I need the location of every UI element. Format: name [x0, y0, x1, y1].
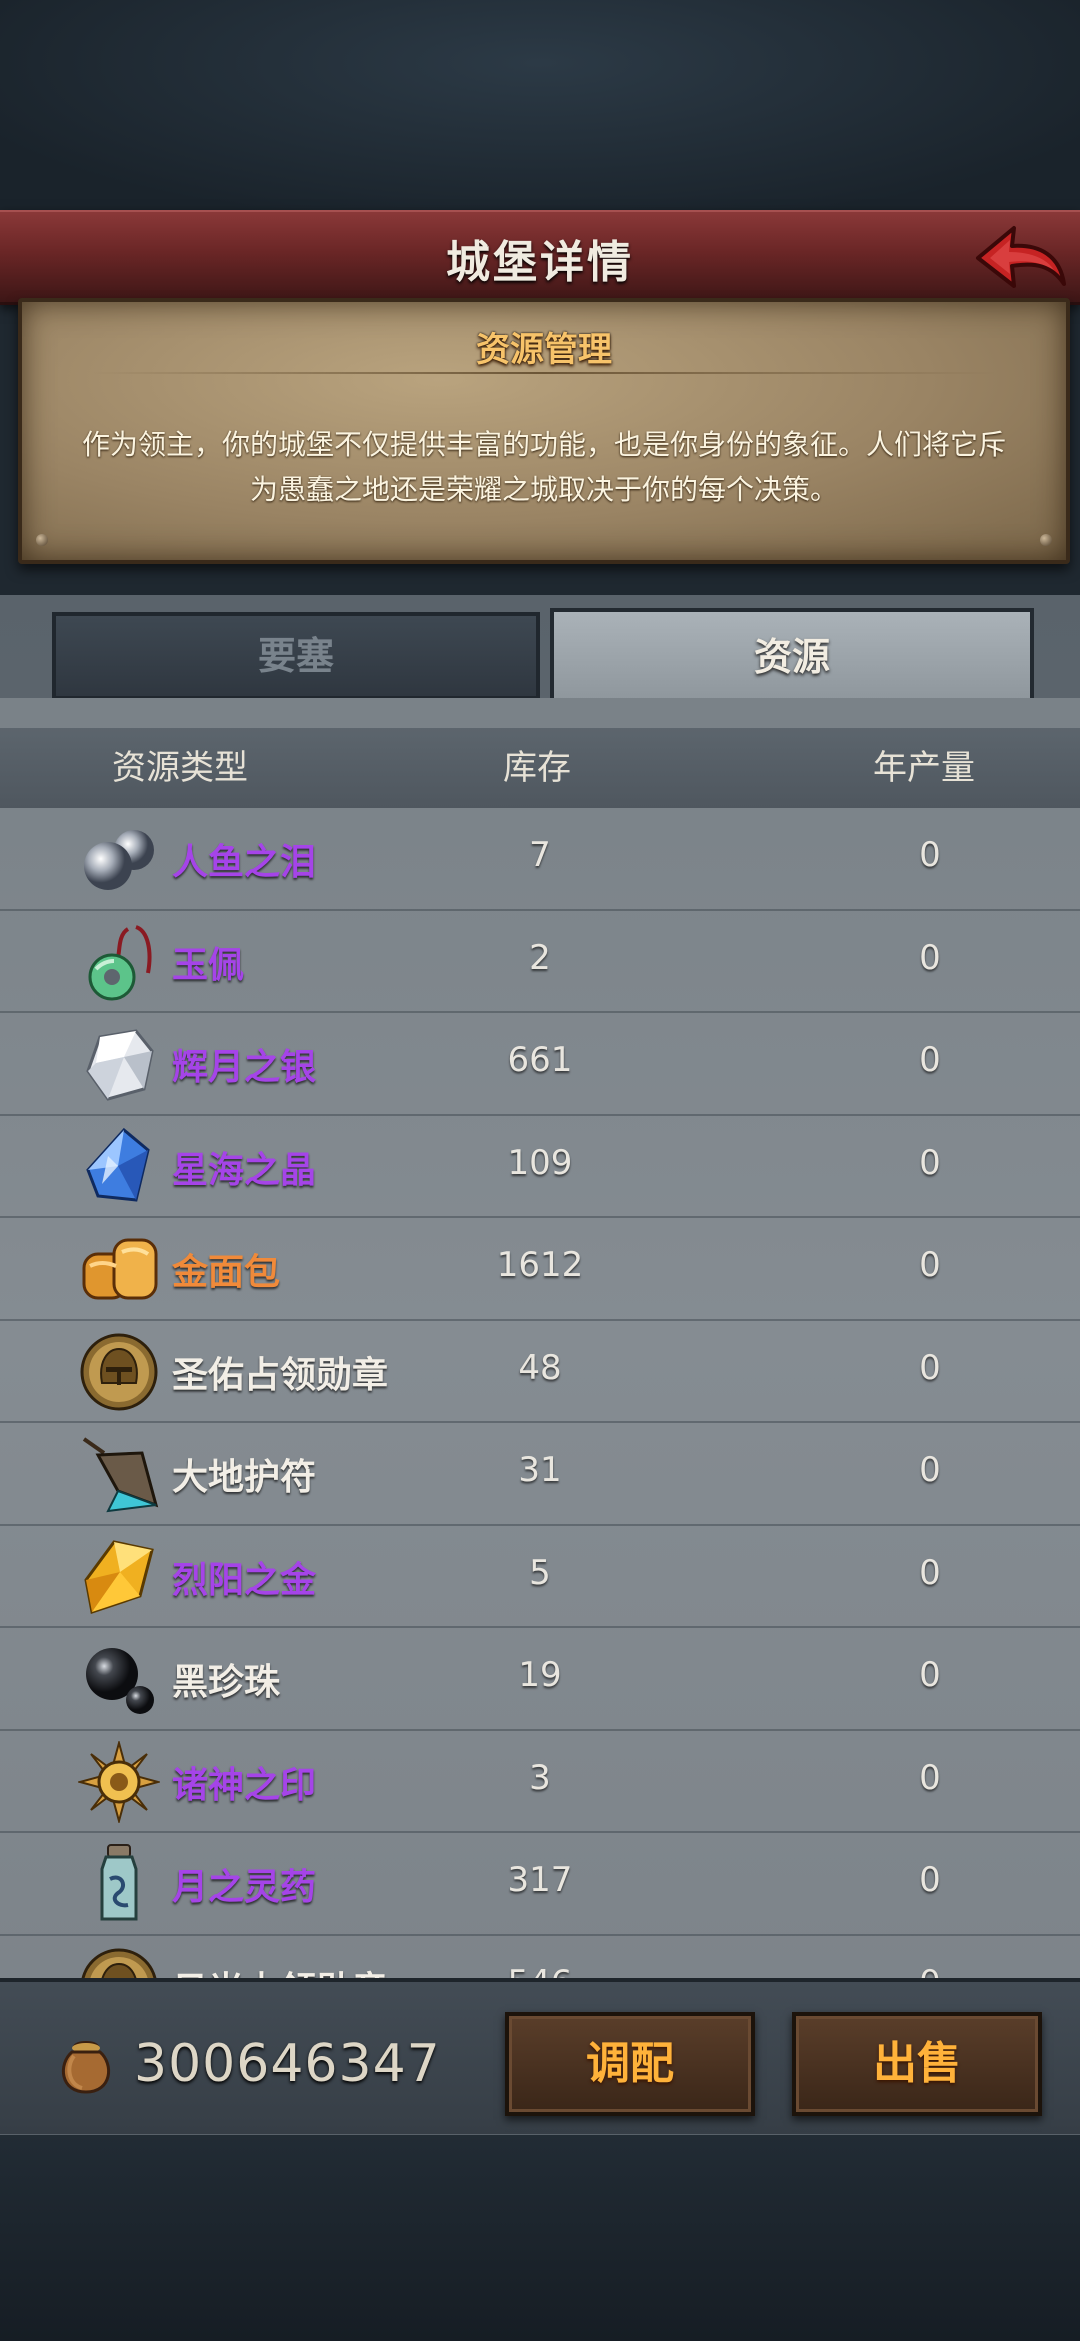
resource-name: 人鱼之泪: [172, 842, 317, 883]
resource-annual-output: 0: [919, 937, 941, 978]
black-pearl-icon: [78, 1638, 160, 1720]
back-button[interactable]: [970, 218, 1070, 298]
resource-stock: 1612: [496, 1245, 584, 1285]
resource-stock: 19: [518, 1655, 562, 1695]
resource-stock: 7: [529, 835, 551, 875]
bottom-background: [0, 2130, 1080, 2341]
parchment-text: 作为领主，你的城堡不仅提供丰富的功能，也是你身份的象征。人们将它斥为愚蠢之地还是…: [82, 428, 1007, 506]
resource-stock: 5: [529, 1552, 551, 1593]
resource-annual-output: 0: [919, 1757, 941, 1798]
table-row[interactable]: 圣佑占领勋章 48 0: [0, 1321, 1080, 1423]
resource-annual-output: 0: [870, 1963, 990, 1979]
resource-annual-output: 0: [919, 1245, 941, 1285]
resource-name: 星海之晶: [172, 1149, 317, 1191]
footer-bar: 300646347 调配 出售: [0, 1978, 1080, 2134]
resource-stock: 109: [507, 1142, 573, 1183]
jade-pendant-icon: [78, 921, 160, 1003]
resource-annual-output: 0: [919, 1655, 941, 1695]
rivet-icon: [36, 534, 48, 546]
resource-annual-output: 0: [919, 1347, 941, 1388]
resource-stock: 2: [529, 937, 551, 978]
pearls-icon: [78, 818, 160, 900]
table-row[interactable]: 星海之晶 109 0: [0, 1116, 1080, 1218]
silver-ore-icon: [78, 1023, 160, 1105]
resource-annual-output: 0: [919, 1040, 941, 1080]
resource-stock: 661: [507, 1040, 573, 1080]
allocate-button[interactable]: 调配: [505, 2012, 755, 2116]
resource-name: 烈阳之金: [172, 1559, 317, 1601]
resource-annual-output: 0: [919, 1142, 941, 1183]
table-row[interactable]: 大地护符 31 0: [0, 1423, 1080, 1526]
tab-resources[interactable]: 资源: [550, 608, 1034, 702]
tab-fortress[interactable]: 要塞: [52, 612, 540, 700]
gold-amount: 300646347: [134, 2034, 441, 2094]
back-arrow-icon: [976, 226, 1066, 288]
resource-annual-output: 0: [919, 1552, 941, 1593]
rivet-icon: [1040, 534, 1052, 546]
resource-table[interactable]: 资源类型 库存 年产量 人鱼之泪 7 0 玉佩 2 0 辉月之银 661 0 星海之晶 109 0 金面…: [0, 698, 1080, 1978]
earth-amulet-icon: [78, 1433, 160, 1515]
table-body: 人鱼之泪 7 0 玉佩 2 0 辉月之银 661 0 星海之晶 109 0 金面包 1612 0 圣佑占领勋章…: [0, 808, 1080, 1978]
helmet-medal-icon: [78, 1946, 160, 1978]
resource-name: 玉佩: [172, 944, 245, 986]
money-bag-icon: [54, 2032, 118, 2096]
bread-icon: [78, 1228, 160, 1310]
description-parchment: 资源管理 作为领主，你的城堡不仅提供丰富的功能，也是你身份的象征。人们将它斥为愚…: [18, 298, 1070, 564]
top-background: [0, 0, 1080, 210]
table-row[interactable]: 人鱼之泪 7 0: [0, 808, 1080, 911]
column-header-type: 资源类型: [112, 748, 248, 788]
resource-name: 黑珍珠: [172, 1662, 281, 1703]
divider: [92, 372, 996, 374]
resource-name: 圣佑占领勋章: [172, 1354, 389, 1396]
table-row[interactable]: 金面包 1612 0: [0, 1218, 1080, 1321]
sell-button[interactable]: 出售: [792, 2012, 1042, 2116]
resource-annual-output: 0: [919, 1450, 941, 1490]
helmet-medal-icon: [78, 1331, 160, 1413]
parchment-title: 资源管理: [476, 330, 612, 370]
table-row[interactable]: 月之灵药 317 0: [0, 1833, 1080, 1936]
column-header-stock: 库存: [503, 748, 571, 788]
resource-stock: 546: [480, 1963, 600, 1979]
table-row[interactable]: 烈阳之金 5 0: [0, 1526, 1080, 1628]
resource-name: 大地护符: [172, 1457, 317, 1498]
resource-stock: 317: [507, 1860, 573, 1900]
gold-ore-icon: [78, 1536, 160, 1618]
table-row[interactable]: 黑珍珠 19 0: [0, 1628, 1080, 1731]
potion-bottle-icon: [78, 1843, 160, 1925]
sun-seal-icon: [76, 1738, 162, 1825]
resource-name: 月之灵药: [172, 1867, 317, 1908]
resource-name: 金面包: [172, 1252, 281, 1293]
resource-annual-output: 0: [919, 835, 941, 875]
blue-crystal-icon: [78, 1126, 160, 1208]
resource-stock: 3: [529, 1757, 551, 1798]
resource-name: 诸神之印: [172, 1764, 317, 1806]
resource-stock: 31: [518, 1450, 562, 1490]
page-title: 城堡详情: [446, 237, 634, 288]
header-banner: 城堡详情: [0, 210, 1080, 305]
table-row[interactable]: 玉佩 2 0: [0, 911, 1080, 1013]
resource-stock: 48: [518, 1347, 562, 1388]
resource-name: 日光占领勋章: [172, 1961, 388, 1979]
table-row[interactable]: 日光占领勋章 546 0: [0, 1936, 1080, 1979]
table-header: 资源类型 库存 年产量: [0, 728, 1080, 808]
table-row[interactable]: 诸神之印 3 0: [0, 1731, 1080, 1833]
column-header-annual: 年产量: [873, 748, 975, 788]
table-row[interactable]: 辉月之银 661 0: [0, 1013, 1080, 1116]
resource-annual-output: 0: [919, 1860, 941, 1900]
resource-name: 辉月之银: [172, 1047, 317, 1088]
